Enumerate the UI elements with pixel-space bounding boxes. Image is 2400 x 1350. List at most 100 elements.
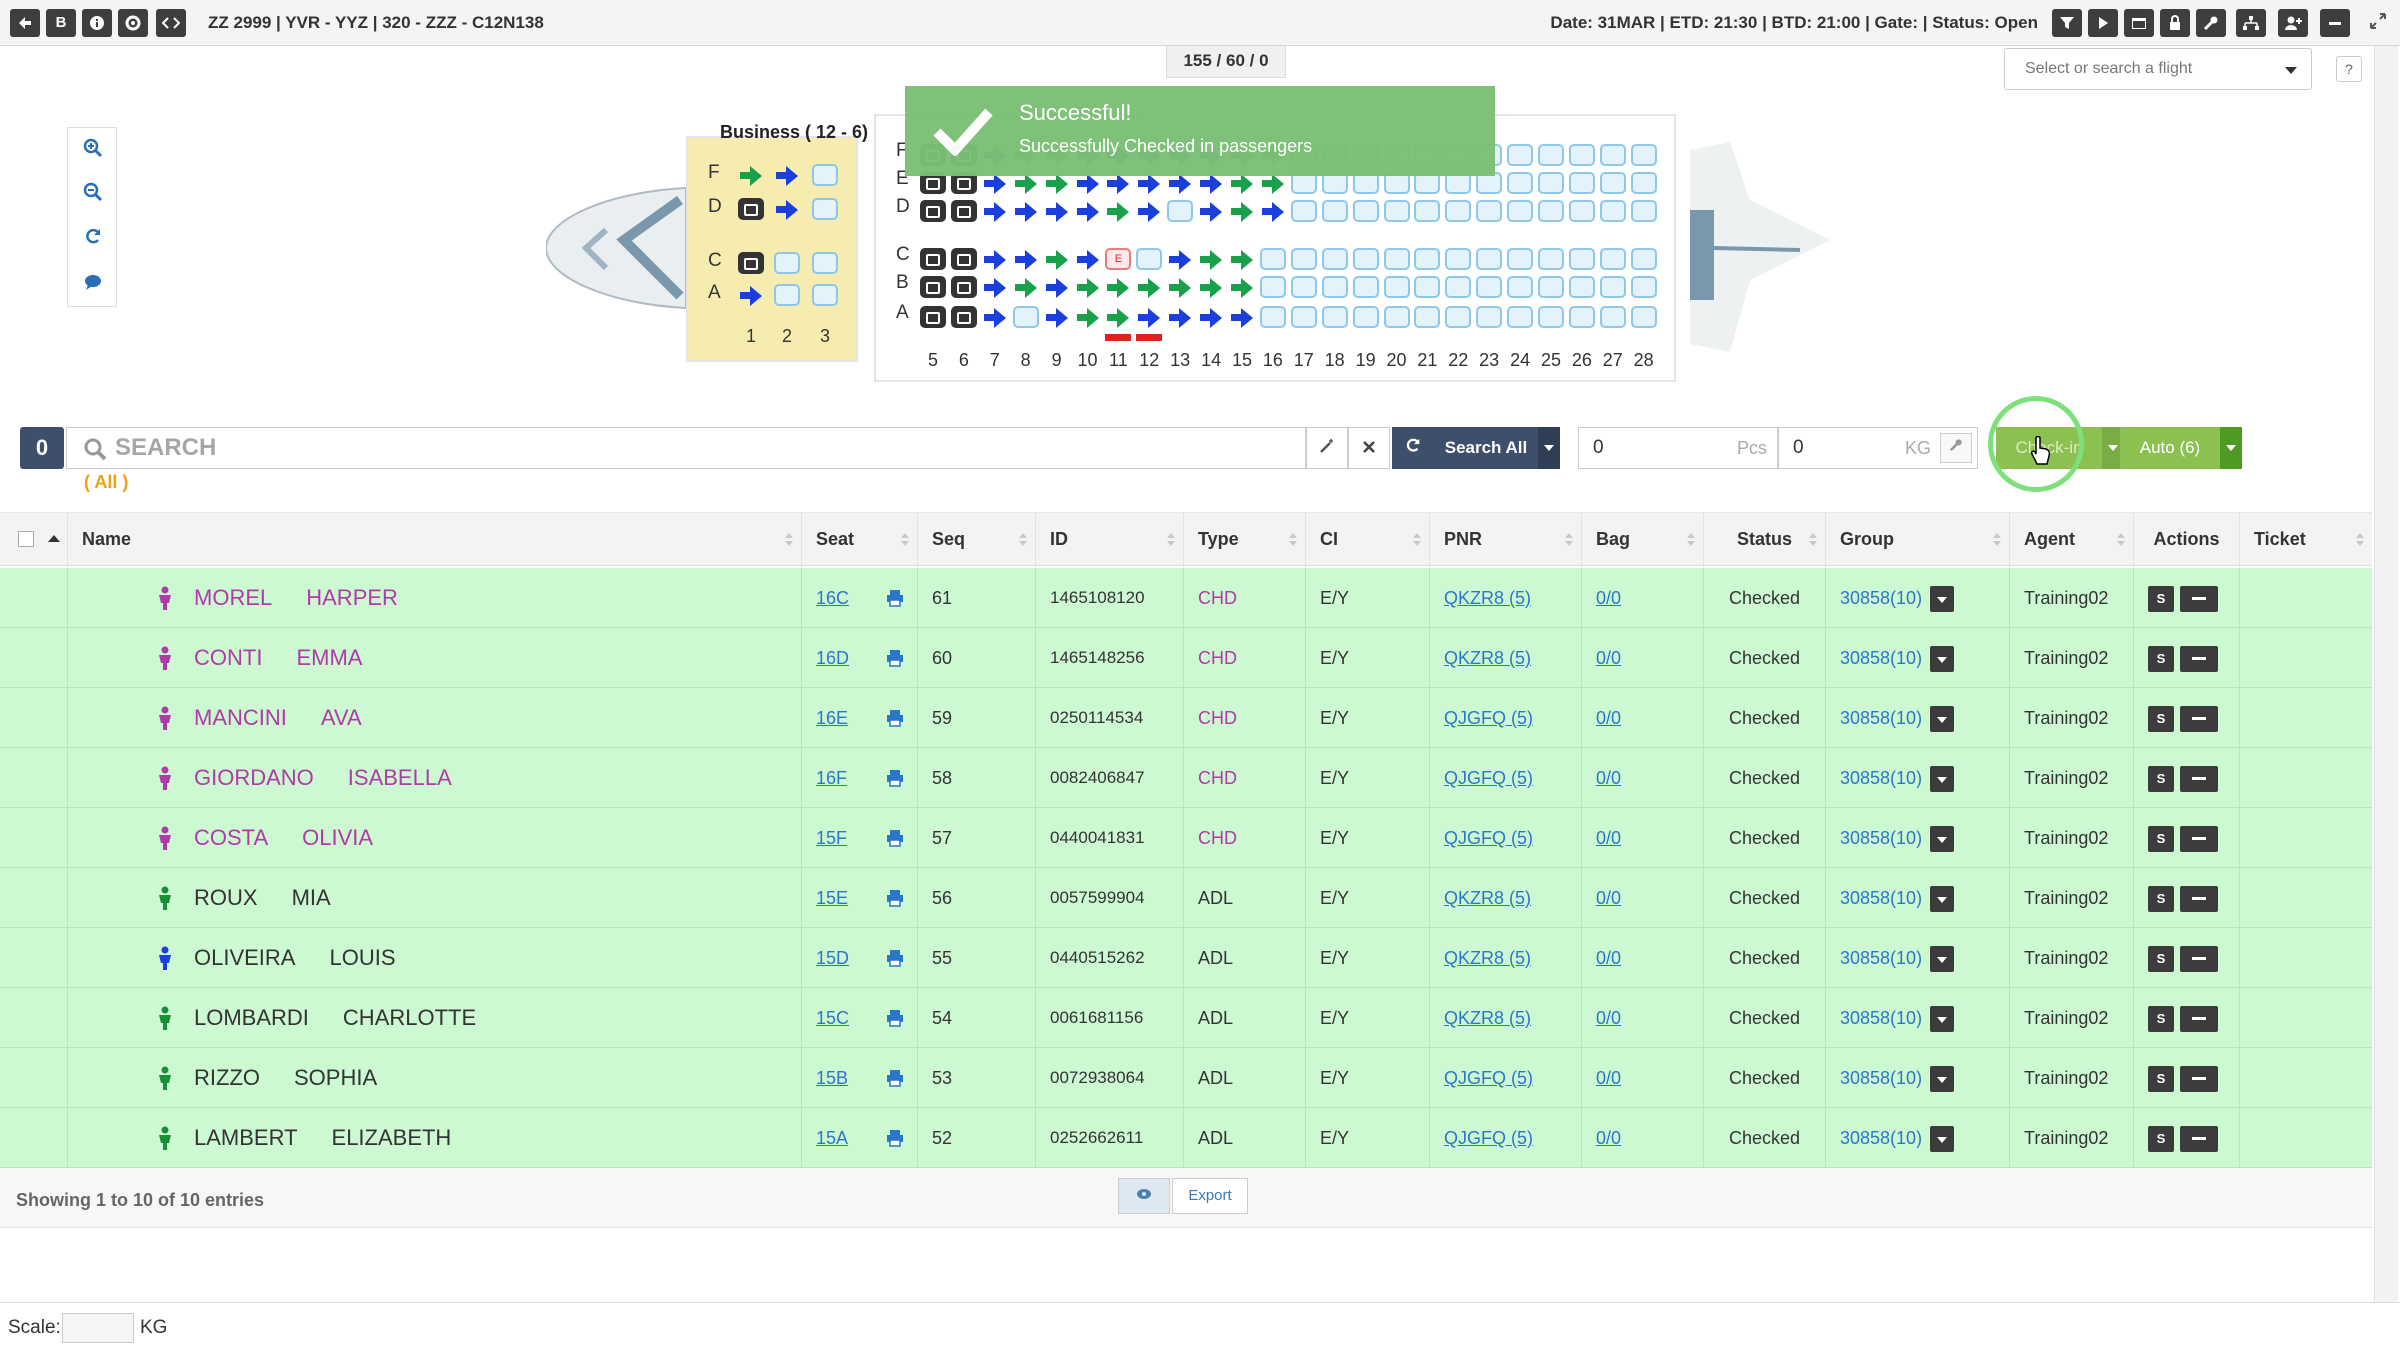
seat[interactable] xyxy=(812,198,838,220)
bag-link[interactable]: 0/0 xyxy=(1596,1008,1621,1028)
print-icon[interactable] xyxy=(886,1069,904,1087)
col-status[interactable]: Status xyxy=(1704,513,1826,567)
bag-link[interactable]: 0/0 xyxy=(1596,828,1621,848)
seat[interactable] xyxy=(1198,276,1224,298)
zoom-out-icon[interactable] xyxy=(80,182,106,208)
seat[interactable] xyxy=(1383,306,1410,328)
seat[interactable] xyxy=(1599,172,1626,194)
row-select-cell[interactable] xyxy=(0,988,68,1048)
passenger-last-name[interactable]: CONTI xyxy=(194,628,262,688)
passenger-first-name[interactable]: EMMA xyxy=(296,628,362,688)
seat[interactable] xyxy=(1290,248,1317,270)
passenger-last-name[interactable]: LOMBARDI xyxy=(194,988,309,1048)
col-pnr[interactable]: PNR xyxy=(1430,513,1582,567)
bag-link[interactable]: 0/0 xyxy=(1596,1128,1621,1148)
seat[interactable] xyxy=(1630,200,1657,222)
seat-action-button[interactable]: S xyxy=(2148,706,2174,732)
seat[interactable] xyxy=(1290,276,1317,298)
seat-link[interactable]: 16D xyxy=(816,648,849,668)
column-visibility-button[interactable] xyxy=(1118,1178,1170,1214)
seat[interactable] xyxy=(1136,306,1162,328)
row-select-cell[interactable] xyxy=(0,568,68,628)
seat[interactable] xyxy=(774,164,800,186)
table-row[interactable]: ROUX MIA 15E 56 0057599904 ADL E/Y QKZR8 (5) 0/0… xyxy=(0,868,2372,928)
print-icon[interactable] xyxy=(886,1009,904,1027)
code-button[interactable] xyxy=(156,9,186,37)
search-input[interactable] xyxy=(113,428,1293,468)
offload-button[interactable] xyxy=(2180,1126,2218,1152)
seat[interactable] xyxy=(1012,306,1039,328)
passenger-first-name[interactable]: CHARLOTTE xyxy=(343,988,476,1048)
bag-link[interactable]: 0/0 xyxy=(1596,708,1621,728)
group-dropdown-button[interactable] xyxy=(1930,766,1954,792)
bag-link[interactable]: 0/0 xyxy=(1596,888,1621,908)
col-agent[interactable]: Agent xyxy=(2010,513,2134,567)
seat[interactable] xyxy=(1167,276,1193,298)
seat[interactable] xyxy=(1507,248,1534,270)
sort-asc-icon[interactable] xyxy=(48,535,60,542)
passenger-first-name[interactable]: SOPHIA xyxy=(294,1048,377,1108)
table-row[interactable]: COSTA OLIVIA 15F 57 0440041831 CHD E/Y QJGFQ (5… xyxy=(0,808,2372,868)
group-link[interactable]: 30858(10) xyxy=(1840,588,1922,608)
seat[interactable] xyxy=(1538,276,1564,298)
seat-action-button[interactable]: S xyxy=(2148,1126,2174,1152)
pnr-link[interactable]: QKZR8 (5) xyxy=(1444,888,1531,908)
seat[interactable] xyxy=(1013,276,1039,298)
bag-link[interactable]: 0/0 xyxy=(1596,768,1621,788)
group-dropdown-button[interactable] xyxy=(1930,946,1954,972)
pieces-field[interactable]: 0 Pcs xyxy=(1578,427,1778,469)
passenger-last-name[interactable]: COSTA xyxy=(194,808,268,868)
seat[interactable] xyxy=(1290,306,1317,328)
seat[interactable] xyxy=(1507,200,1534,222)
seat[interactable] xyxy=(1630,172,1657,194)
passenger-first-name[interactable]: HARPER xyxy=(306,568,398,628)
group-dropdown-button[interactable] xyxy=(1930,1006,1954,1032)
group-dropdown-button[interactable] xyxy=(1930,1126,1954,1152)
offload-button[interactable] xyxy=(2180,706,2218,732)
zoom-in-icon[interactable] xyxy=(80,138,106,164)
seat[interactable] xyxy=(1044,276,1070,298)
seat[interactable] xyxy=(812,252,838,274)
col-seq[interactable]: Seq xyxy=(918,513,1036,567)
comment-icon[interactable] xyxy=(80,272,106,298)
passenger-first-name[interactable]: AVA xyxy=(321,688,362,748)
info-button[interactable] xyxy=(82,9,112,37)
seat[interactable] xyxy=(1075,200,1101,222)
seat[interactable] xyxy=(738,284,764,306)
print-icon[interactable] xyxy=(886,589,904,607)
seat-link[interactable]: 15C xyxy=(816,1008,849,1028)
seat[interactable] xyxy=(1476,200,1503,222)
seat[interactable] xyxy=(1167,306,1193,328)
bag-settings-button[interactable] xyxy=(1940,433,1972,463)
offload-button[interactable] xyxy=(2180,826,2218,852)
col-type[interactable]: Type xyxy=(1184,513,1306,567)
seat[interactable] xyxy=(1321,306,1348,328)
seat[interactable] xyxy=(812,284,838,306)
passenger-last-name[interactable]: MANCINI xyxy=(194,688,287,748)
seat[interactable]: E xyxy=(1105,248,1132,270)
seat[interactable] xyxy=(1445,306,1472,328)
group-link[interactable]: 30858(10) xyxy=(1840,708,1922,728)
pnr-link[interactable]: QJGFQ (5) xyxy=(1444,1068,1533,1088)
table-row[interactable]: LAMBERT ELIZABETH 15A 52 0252662611 ADL E/Y QJG… xyxy=(0,1108,2372,1168)
offload-button[interactable] xyxy=(2180,586,2218,612)
group-link[interactable]: 30858(10) xyxy=(1840,1068,1922,1088)
flight-select[interactable]: Select or search a flight xyxy=(2004,48,2312,90)
seat[interactable] xyxy=(774,284,800,306)
seat[interactable] xyxy=(1259,306,1286,328)
seat[interactable] xyxy=(1352,276,1379,298)
wrench-button[interactable] xyxy=(2196,9,2226,37)
settings-button[interactable] xyxy=(118,9,148,37)
seat[interactable] xyxy=(1229,276,1255,298)
auto-dropdown[interactable] xyxy=(2220,427,2242,469)
seat[interactable] xyxy=(1445,248,1472,270)
passenger-last-name[interactable]: ROUX xyxy=(194,868,258,928)
seat[interactable] xyxy=(950,276,977,298)
col-ticket[interactable]: Ticket xyxy=(2240,513,2372,567)
group-link[interactable]: 30858(10) xyxy=(1840,648,1922,668)
seat[interactable] xyxy=(982,248,1008,270)
col-group[interactable]: Group xyxy=(1826,513,2010,567)
minimize-button[interactable] xyxy=(2320,9,2350,37)
seat[interactable] xyxy=(1599,248,1626,270)
pnr-link[interactable]: QKZR8 (5) xyxy=(1444,1008,1531,1028)
